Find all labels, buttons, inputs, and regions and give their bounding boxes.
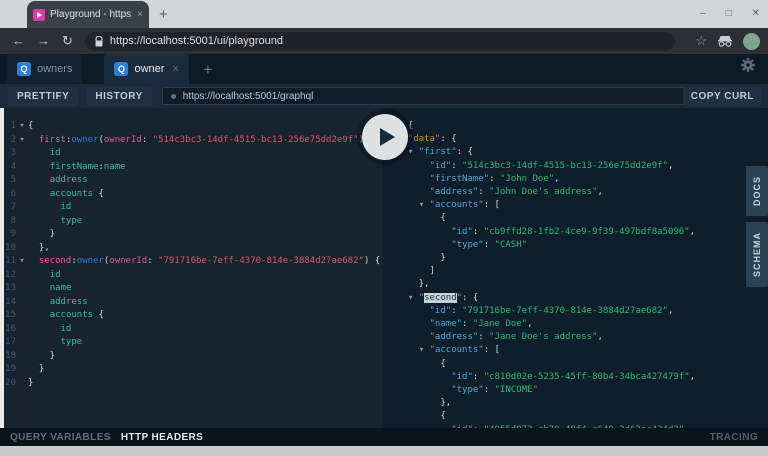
- code-line: 15 accounts {: [5, 310, 104, 320]
- code-line: "id": "c810d02e-5235-45ff-80b4-34bca4274…: [451, 371, 696, 382]
- code-line: ▾ "accounts": [: [418, 345, 500, 356]
- playground-tab-owners[interactable]: Q owners: [7, 54, 83, 84]
- lock-icon: [95, 35, 103, 46]
- playground-tab-owner[interactable]: Q owner ×: [104, 54, 189, 84]
- prettify-button[interactable]: PRETTIFY: [8, 86, 79, 106]
- window-controls: – □ ✕: [700, 0, 760, 26]
- address-url[interactable]: https://localhost:5001/ui/playground: [110, 35, 283, 47]
- code-line: ]: [397, 266, 435, 277]
- code-line: 11 ▾ second:owner(ownerId: "791716be-7eff…: [5, 256, 381, 266]
- incognito-icon[interactable]: [717, 35, 733, 47]
- code-line: "type": "CASH": [451, 239, 528, 250]
- browser-tab-close-icon[interactable]: ×: [137, 9, 143, 20]
- playground-favicon-icon: [33, 8, 45, 21]
- window-minimize-icon[interactable]: –: [700, 8, 706, 19]
- play-icon: [380, 128, 395, 146]
- query-variables-tab[interactable]: QUERY VARIABLES: [10, 432, 111, 443]
- code-line: {: [397, 411, 446, 422]
- query-badge-icon: Q: [17, 62, 31, 76]
- endpoint-url[interactable]: https://localhost:5001/graphql: [183, 91, 314, 102]
- code-line: "id": "514c3bc3-14df-4515-bc13-256e75dd2…: [429, 160, 674, 171]
- bottom-bar: QUERY VARIABLES HTTP HEADERS TRACING: [0, 428, 768, 446]
- docs-side-tab[interactable]: DOCS: [746, 166, 768, 217]
- browser-new-tab-button[interactable]: +: [159, 6, 168, 28]
- window-close-icon[interactable]: ✕: [752, 8, 760, 19]
- page-bottom-strip: [0, 446, 768, 456]
- playground-toolbar: PRETTIFY HISTORY https://localhost:5001/…: [0, 84, 768, 108]
- query-badge-icon: Q: [114, 62, 129, 76]
- back-icon[interactable]: ←: [12, 33, 25, 49]
- schema-side-tab[interactable]: SCHEMA: [746, 222, 768, 288]
- code-line: "type": "INCOME": [451, 385, 538, 396]
- code-line: },: [397, 279, 430, 290]
- settings-gear-icon[interactable]: [740, 57, 756, 73]
- browser-tab-title: Playground - https://localhost:50: [50, 9, 132, 20]
- code-line: 13 name: [5, 283, 72, 293]
- browser-navbar: ← → ↻ https://localhost:5001/ui/playgrou…: [0, 28, 768, 54]
- code-line: 2 ▾ first:owner(ownerId: "514c3bc3-14df-4…: [10, 134, 375, 145]
- code-line: 1 ▾{: [10, 121, 34, 131]
- execute-query-button[interactable]: [362, 114, 408, 160]
- code-line: 7 id: [10, 202, 72, 212]
- code-line: }: [397, 253, 446, 264]
- code-line: {: [397, 213, 446, 224]
- playground-tab-bar: Q owners Q owner × +: [0, 54, 768, 84]
- code-line: ▾ {: [397, 121, 414, 131]
- code-line: ▾ "data": {: [397, 134, 457, 145]
- code-line: "id": "791716be-7eff-4370-814e-3884d27ae…: [429, 305, 674, 316]
- code-line: ▾ "first": {: [407, 147, 473, 158]
- refresh-icon[interactable]: ↻: [62, 33, 73, 49]
- code-line: ▾ "accounts": [: [418, 200, 500, 211]
- code-line: },: [397, 398, 452, 409]
- code-line: 12 id: [5, 269, 61, 280]
- response-viewer: ▾ { ▾ "data": { ▾ "first": { "id": "514c3…: [383, 108, 768, 428]
- editor-scrollbar[interactable]: [0, 108, 4, 428]
- tab-close-icon[interactable]: ×: [172, 63, 178, 75]
- code-line: ▾ "second": {: [407, 292, 479, 303]
- code-line: 4 firstName:name: [10, 161, 126, 172]
- code-line: 16 id: [5, 323, 72, 334]
- address-bar[interactable]: https://localhost:5001/ui/playground: [84, 31, 675, 51]
- code-line: 6 accounts {: [10, 188, 104, 199]
- code-line: 20}: [5, 377, 34, 388]
- code-line: 17 type: [5, 337, 83, 347]
- window-maximize-icon[interactable]: □: [726, 8, 732, 19]
- code-line: 10 },: [5, 242, 50, 253]
- code-line: 19 }: [5, 364, 45, 374]
- code-line: "address": "John Doe's address",: [429, 187, 603, 198]
- browser-tab[interactable]: Playground - https://localhost:50 ×: [27, 1, 149, 28]
- playground-tab-label: owner: [134, 63, 165, 75]
- code-line: "id": "cb9ffd28-1fb2-4ce9-9f39-497bdf8a5…: [451, 226, 696, 237]
- browser-tab-strip: Playground - https://localhost:50 × + – …: [0, 0, 768, 28]
- code-line: 18 }: [5, 350, 56, 361]
- new-playground-tab-button[interactable]: +: [203, 60, 213, 84]
- code-line: 3 id: [10, 148, 61, 158]
- code-line: "name": "Jane Doe",: [429, 319, 533, 330]
- code-line: {: [397, 358, 446, 369]
- endpoint-status-dot: [170, 93, 176, 99]
- code-line: "firstName": "John Doe",: [429, 173, 560, 184]
- tracing-tab[interactable]: TRACING: [710, 432, 758, 443]
- endpoint-input[interactable]: https://localhost:5001/graphql: [161, 87, 714, 105]
- forward-icon[interactable]: →: [37, 33, 50, 49]
- profile-avatar[interactable]: [743, 32, 760, 50]
- editor-area: 1 ▾{ 2 ▾ first:owner(ownerId: "514c3bc3-14d…: [0, 108, 768, 428]
- code-line: 14 address: [5, 296, 88, 307]
- copy-curl-button[interactable]: COPY CURL: [682, 86, 762, 106]
- playground-tab-label: owners: [37, 63, 73, 75]
- code-line: 9 }: [10, 229, 56, 239]
- history-button[interactable]: HISTORY: [86, 86, 152, 106]
- bookmark-star-icon[interactable]: ☆: [695, 33, 707, 49]
- http-headers-tab[interactable]: HTTP HEADERS: [121, 432, 203, 443]
- code-line: "address": "Jane Doe's address",: [429, 332, 603, 343]
- query-editor[interactable]: 1 ▾{ 2 ▾ first:owner(ownerId: "514c3bc3-14d…: [0, 108, 383, 428]
- code-line: 5 address: [10, 175, 88, 185]
- code-line: 8 type: [10, 215, 83, 226]
